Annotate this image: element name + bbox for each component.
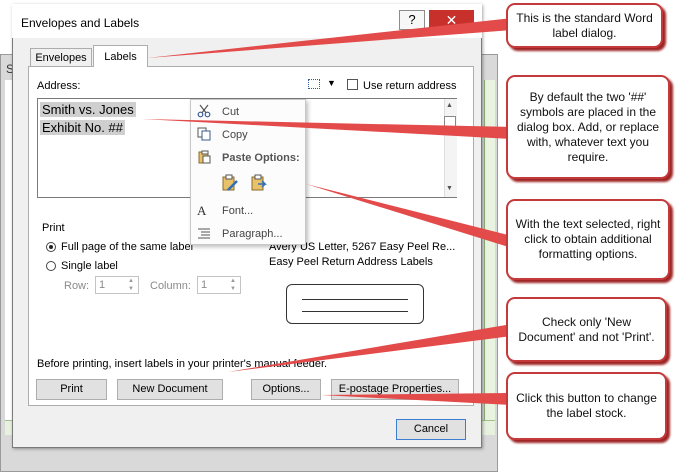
address-label: Address: [37,80,81,92]
single-label-label: Single label [61,260,118,272]
help-button[interactable]: ? [399,10,425,30]
clipboard-icon [197,150,211,167]
label-product-type: Easy Peel Return Address Labels [269,256,433,268]
context-menu-font[interactable]: Font... [222,205,253,217]
column-label: Column: [150,280,191,292]
scroll-down-icon[interactable]: ▼ [446,185,453,192]
column-spin-up-icon[interactable]: ▲ [230,278,236,284]
context-menu-cut[interactable]: Cut [222,106,239,118]
print-button[interactable]: Print [36,379,107,400]
use-return-address-checkbox[interactable] [347,79,358,90]
row-spin-up-icon[interactable]: ▲ [128,278,134,284]
callout-options-button: Click this button to change the label st… [506,372,667,440]
paragraph-icon [197,227,211,242]
chevron-down-icon[interactable]: ▼ [327,78,336,88]
options-button[interactable]: Options... [251,379,321,400]
context-menu-paste-options: Paste Options: [222,152,300,164]
new-document-button[interactable]: New Document [117,379,223,400]
use-return-address-label: Use return address [363,80,457,92]
callout-default-symbols: By default the two '##' symbols are plac… [506,75,670,179]
callout-new-document: Check only 'New Document' and not 'Print… [506,297,667,362]
address-line: Exhibit No. ## [40,120,125,135]
close-button[interactable]: ✕ [429,10,474,30]
tab-envelopes[interactable]: Envelopes [30,48,92,66]
row-spin-down-icon[interactable]: ▼ [128,286,134,292]
copy-icon [197,127,211,144]
full-page-radio[interactable] [46,242,56,252]
paste-keep-formatting-icon[interactable] [221,174,239,192]
tab-labels[interactable]: Labels [93,45,148,67]
context-menu-copy[interactable]: Copy [222,129,248,141]
cancel-button[interactable]: Cancel [396,419,466,440]
address-line: Smith vs. Jones [40,102,136,117]
preview-line [302,311,408,312]
context-menu-paragraph[interactable]: Paragraph... [222,228,283,240]
scissors-icon [197,104,211,121]
scrollbar-thumb[interactable] [444,116,456,130]
dialog-title: Envelopes and Labels [21,16,140,30]
row-label: Row: [64,280,90,292]
callout-right-click: With the text selected, right click to o… [506,199,670,280]
paste-text-only-icon[interactable] [250,174,268,192]
font-icon: A [197,203,207,218]
preview-line [302,299,408,300]
epostage-properties-button[interactable]: E-postage Properties... [331,379,459,400]
background-right-pane [484,80,495,422]
callout-standard-dialog: This is the standard Word label dialog. [506,3,663,48]
before-printing-note: Before printing, insert labels in your p… [37,358,328,370]
single-label-radio[interactable] [46,261,56,271]
label-preview[interactable] [286,284,424,324]
address-scrollbar[interactable] [444,99,457,197]
column-spin-down-icon[interactable]: ▼ [230,286,236,292]
scroll-up-icon[interactable]: ▲ [446,102,453,109]
address-book-icon[interactable] [308,79,320,89]
full-page-label: Full page of the same label [61,241,194,253]
print-heading: Print [42,222,65,234]
